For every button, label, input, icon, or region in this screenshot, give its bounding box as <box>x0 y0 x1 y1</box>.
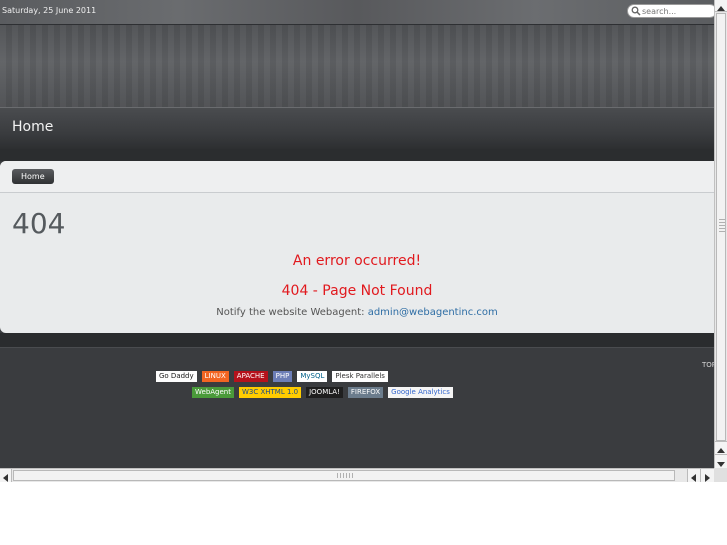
horizontal-scrollbar[interactable] <box>0 468 714 482</box>
footer: TOP Go Daddy LINUX APACHE PHP MySQL Plesk Par… <box>0 348 714 468</box>
footer-separator <box>0 333 714 348</box>
scroll-up-button-lower[interactable] <box>715 441 727 454</box>
footer-badge[interactable]: Plesk Parallels <box>332 371 388 382</box>
scroll-left-button-right[interactable] <box>687 469 700 482</box>
arrow-right-icon <box>705 474 710 482</box>
footer-badge[interactable]: FIREFOX <box>347 387 384 398</box>
page-viewport: Saturday, 25 June 2011 Home Home 404 An … <box>0 0 714 468</box>
error-message: 404 - Page Not Found <box>281 283 433 299</box>
search-box[interactable] <box>627 4 714 18</box>
footer-badge[interactable]: LINUX <box>201 371 229 382</box>
horizontal-scroll-thumb[interactable] <box>13 470 675 481</box>
top-bar: Saturday, 25 June 2011 <box>0 0 714 25</box>
footer-badge[interactable]: JOOMLA! <box>306 387 343 398</box>
scroll-grip <box>719 219 725 233</box>
footer-badge[interactable]: W3C XHTML 1.0 <box>238 387 302 398</box>
nav-shadow-strip <box>0 149 714 161</box>
scroll-left-button[interactable] <box>0 469 12 482</box>
main-navigation: Home <box>0 107 714 150</box>
to-top-link[interactable]: TOP <box>702 361 714 369</box>
arrow-left-icon <box>3 474 8 482</box>
search-icon <box>631 6 641 16</box>
arrow-left-icon <box>691 474 696 482</box>
vertical-scrollbar[interactable] <box>714 0 727 468</box>
current-date: Saturday, 25 June 2011 <box>2 6 97 15</box>
badge-row-1: Go Daddy LINUX APACHE PHP MySQL Plesk Paralle… <box>156 371 388 382</box>
breadcrumb: Home <box>0 161 714 193</box>
notify-text: Notify the website Webagent: <box>216 307 368 318</box>
scroll-down-button[interactable] <box>715 454 727 468</box>
footer-badge[interactable]: APACHE <box>233 371 268 382</box>
scroll-right-button[interactable] <box>700 469 714 482</box>
footer-badge[interactable]: Google Analytics <box>388 387 453 398</box>
footer-badge[interactable]: PHP <box>272 371 293 382</box>
vertical-scroll-thumb[interactable] <box>716 13 726 441</box>
footer-badge[interactable]: Go Daddy <box>156 371 197 382</box>
scroll-grip <box>337 473 353 478</box>
badge-row-2: WebAgent W3C XHTML 1.0 JOOMLA! FIREFOX Googl… <box>192 387 453 398</box>
scroll-up-button[interactable] <box>715 0 727 12</box>
header-banner <box>0 25 714 107</box>
error-code: 404 <box>12 207 66 240</box>
search-input[interactable] <box>642 5 712 17</box>
breadcrumb-home[interactable]: Home <box>12 169 54 184</box>
content-area: Home 404 An error occurred! 404 - Page N… <box>0 161 714 333</box>
notify-line: Notify the website Webagent: admin@webag… <box>0 307 714 318</box>
footer-badge[interactable]: MySQL <box>297 371 328 382</box>
notify-email-link[interactable]: admin@webagentinc.com <box>368 307 498 318</box>
scrollbar-corner <box>714 468 727 482</box>
nav-item-home[interactable]: Home <box>12 119 53 135</box>
footer-badge[interactable]: WebAgent <box>192 387 234 398</box>
error-heading: An error occurred! <box>292 253 422 269</box>
